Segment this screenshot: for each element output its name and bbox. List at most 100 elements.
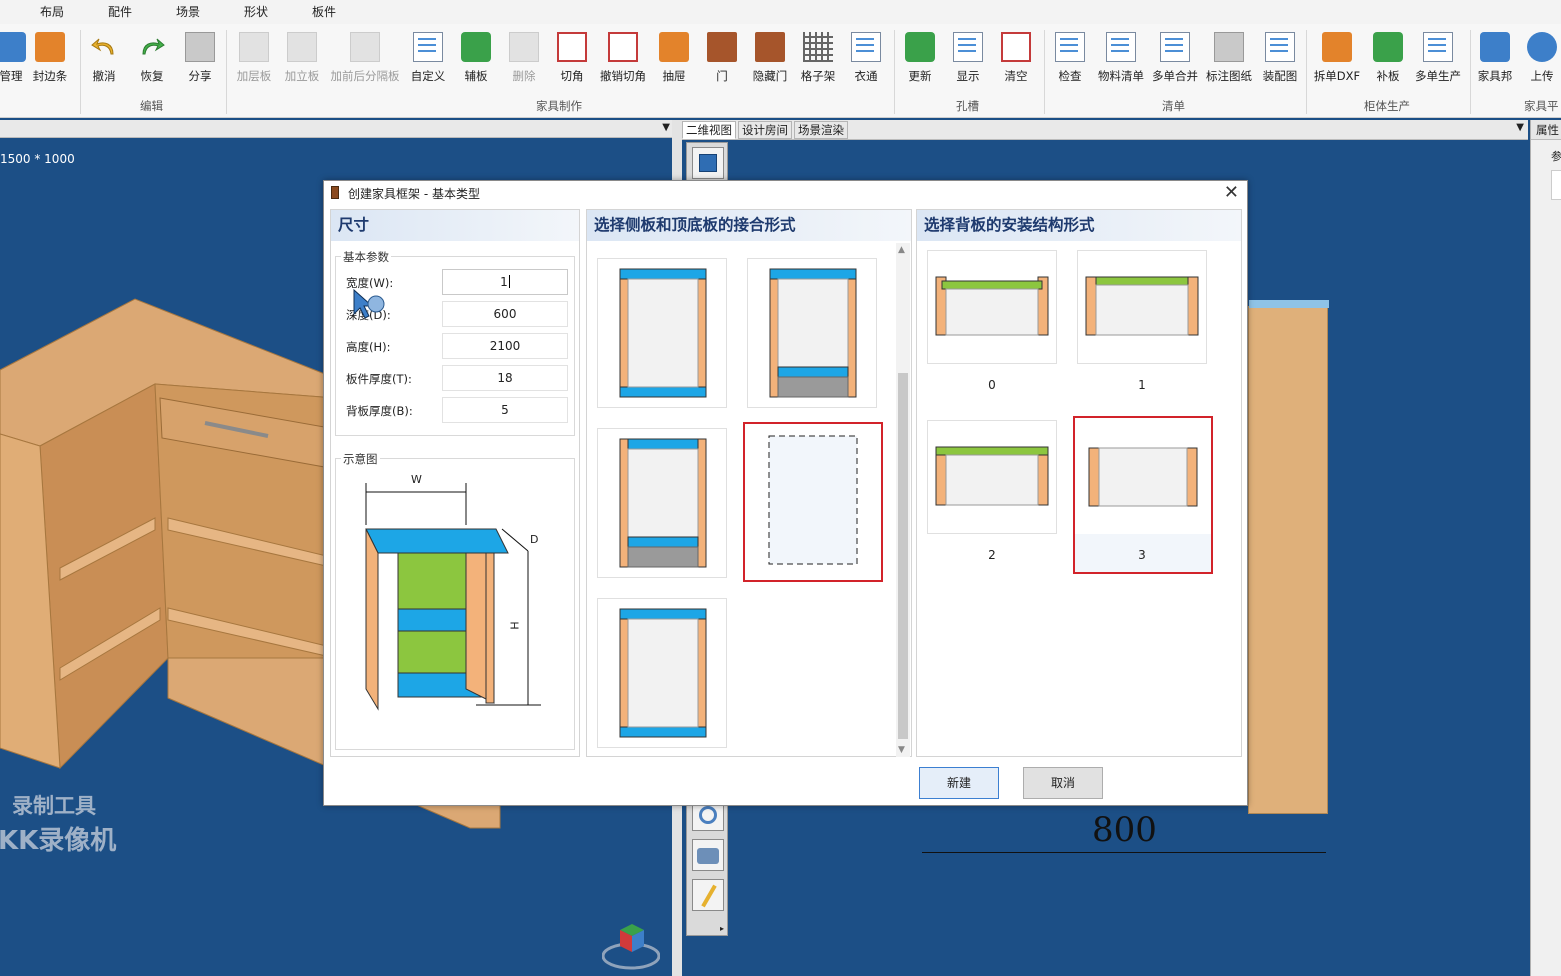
tab-scene-render[interactable]: 场景渲染	[794, 121, 848, 139]
display-button[interactable]: 显示	[948, 30, 988, 90]
depth-input[interactable]: 600	[442, 301, 568, 327]
dialog-titlebar: 创建家具框架 - 基本类型 ✕	[324, 181, 1247, 205]
board-thickness-row: 板件厚度(T): 18	[346, 365, 568, 391]
check-button[interactable]: 检查	[1050, 30, 1090, 90]
upload-button[interactable]: 上传	[1524, 30, 1560, 90]
menu-scene[interactable]: 场景	[154, 0, 222, 24]
joint-diagram	[619, 608, 707, 738]
joint-option-3[interactable]	[743, 422, 883, 582]
cut-corner-button[interactable]: 切角	[552, 30, 592, 90]
edge-band-button[interactable]: 封边条	[30, 30, 70, 90]
manage-button[interactable]: 管理	[0, 30, 26, 90]
group-list-label: 清单	[1162, 99, 1185, 113]
back-option-1[interactable]	[1077, 250, 1207, 364]
joint-option-0[interactable]	[597, 258, 727, 408]
screenshot-tool[interactable]	[692, 839, 724, 871]
basic-params-group: 基本参数 宽度(W):1 深度(D):600 高度(H):2100 板件厚度(T…	[335, 249, 575, 436]
back-option-label-3: 3	[1138, 548, 1146, 562]
chevron-down-icon[interactable]: ▼	[662, 122, 670, 133]
hanging-rod-button[interactable]: 衣通	[846, 30, 886, 90]
menu-accessories[interactable]: 配件	[86, 0, 154, 24]
hanging-rod-icon	[851, 32, 881, 62]
left-view-header: ▼	[0, 120, 676, 138]
back-thickness-label: 背板厚度(B):	[346, 404, 413, 418]
size-heading: 尺寸	[331, 210, 579, 241]
create-button[interactable]: 新建	[919, 767, 999, 799]
assembly-drawing-button[interactable]: 装配图	[1258, 30, 1302, 90]
joint-option-4[interactable]	[597, 598, 727, 748]
properties-title: 属性	[1531, 120, 1561, 140]
joint-diagram	[619, 438, 707, 568]
undo-cut-corner-button[interactable]: 撤销切角	[596, 30, 650, 90]
multi-production-icon	[1423, 32, 1453, 62]
view-tabs: 二维视图 设计房间 场景渲染	[682, 121, 848, 139]
create-furniture-dialog: 创建家具框架 - 基本类型 ✕ 尺寸 基本参数 宽度(W):1 深度(D):60…	[323, 180, 1248, 806]
drawer-button[interactable]: 抽屉	[656, 30, 692, 90]
aux-board-button[interactable]: 辅板	[456, 30, 496, 90]
add-shelf-button[interactable]: 加层板	[234, 30, 274, 90]
joint-scrollbar[interactable]: ▲ ▼	[896, 243, 910, 757]
back-option-label-1: 1	[1138, 378, 1146, 392]
width-input[interactable]: 1	[442, 269, 568, 295]
add-vertical-board-button[interactable]: 加立板	[282, 30, 322, 90]
back-option-0[interactable]	[927, 250, 1057, 364]
board-thickness-input[interactable]: 18	[442, 365, 568, 391]
tab-2d-view[interactable]: 二维视图	[682, 121, 736, 139]
height-row: 高度(H): 2100	[346, 333, 568, 359]
3d-box-tool[interactable]	[692, 147, 724, 179]
cabinet-2d-drawing	[1248, 300, 1329, 814]
close-icon[interactable]: ✕	[1224, 181, 1239, 205]
group-furniture-label: 家具制作	[536, 99, 582, 113]
menu-shape[interactable]: 形状	[222, 0, 290, 24]
view-size-label: 1500 * 1000	[0, 152, 75, 166]
custom-button[interactable]: 自定义	[408, 30, 448, 90]
back-panel-heading: 选择背板的安装结构形式	[917, 210, 1241, 241]
patch-board-button[interactable]: 补板	[1368, 30, 1408, 90]
merge-orders-button[interactable]: 多单合并	[1150, 30, 1200, 90]
joint-option-2[interactable]	[597, 428, 727, 578]
redo-button[interactable]: 恢复	[136, 30, 168, 90]
dxf-split-button[interactable]: 拆单DXF	[1310, 30, 1364, 90]
delete-button[interactable]: 删除	[504, 30, 544, 90]
back-option-2[interactable]	[927, 420, 1057, 534]
aux-board-icon	[461, 32, 491, 62]
cabinet-schematic	[365, 483, 541, 711]
scroll-up-icon[interactable]: ▲	[898, 245, 905, 255]
furniture-bang-button[interactable]: 家具邦	[1474, 30, 1516, 90]
ribbon-separator	[226, 30, 227, 114]
properties-field[interactable]	[1551, 170, 1561, 200]
group-cabinet-production-label: 柜体生产	[1364, 99, 1410, 113]
menu-layout[interactable]: 布局	[18, 0, 86, 24]
orientation-cube-icon[interactable]	[601, 918, 661, 970]
material-list-button[interactable]: 物料清单	[1096, 30, 1146, 90]
redo-icon	[137, 32, 167, 62]
back-thickness-input[interactable]: 5	[442, 397, 568, 423]
dwg-annotate-button[interactable]: 标注图纸	[1204, 30, 1254, 90]
group-furniture-platform-label: 家具平	[1524, 99, 1559, 113]
scrollbar-thumb[interactable]	[898, 373, 908, 739]
hidden-door-button[interactable]: 隐藏门	[748, 30, 792, 90]
add-shelf-icon	[239, 32, 269, 62]
cancel-button[interactable]: 取消	[1023, 767, 1103, 799]
furniture-bang-icon	[1480, 32, 1510, 62]
undo-button[interactable]: 撤消	[88, 30, 120, 90]
expand-arrow-icon[interactable]: ▸	[720, 924, 724, 933]
height-input[interactable]: 2100	[442, 333, 568, 359]
joint-option-1[interactable]	[747, 258, 877, 408]
menu-board[interactable]: 板件	[290, 0, 358, 24]
update-button[interactable]: 更新	[900, 30, 940, 90]
scroll-down-icon[interactable]: ▼	[898, 745, 905, 755]
pencil-tool[interactable]	[692, 879, 724, 911]
back-panel-form-panel: 选择背板的安装结构形式 0 1 2 3	[916, 209, 1242, 757]
multi-production-button[interactable]: 多单生产	[1412, 30, 1464, 90]
height-label: 高度(H):	[346, 340, 391, 354]
door-button[interactable]: 门	[704, 30, 740, 90]
clear-button[interactable]: 清空	[996, 30, 1036, 90]
chevron-down-icon[interactable]: ▼	[1516, 122, 1524, 133]
share-button[interactable]: 分享	[184, 30, 216, 90]
tab-design-room[interactable]: 设计房间	[738, 121, 792, 139]
grid-rack-button[interactable]: 格子架	[798, 30, 838, 90]
delete-icon	[509, 32, 539, 62]
add-divider-button[interactable]: 加前后分隔板	[328, 30, 402, 90]
update-icon	[905, 32, 935, 62]
